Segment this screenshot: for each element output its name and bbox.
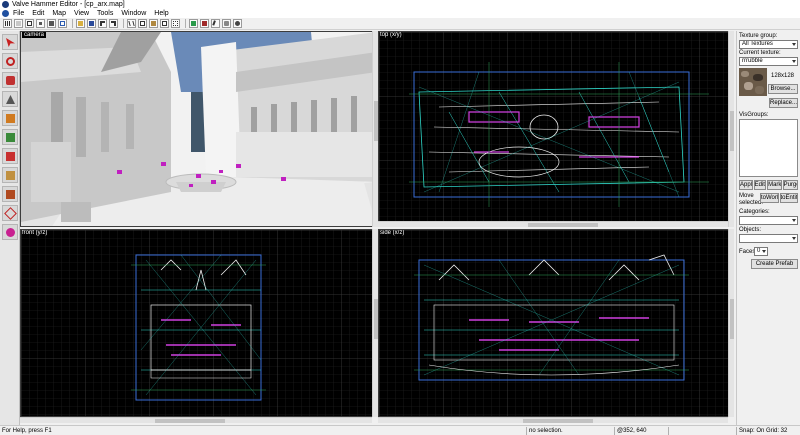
move-selected-label: Move selected: xyxy=(739,193,764,206)
clipping-tool-icon[interactable] xyxy=(2,186,18,202)
camera-tool-icon[interactable] xyxy=(2,72,18,88)
paste-icon[interactable] xyxy=(149,19,158,28)
tools-toolbar xyxy=(0,31,20,425)
edit-button[interactable]: Edit xyxy=(753,180,767,190)
texture-lock-icon[interactable] xyxy=(222,19,231,28)
browse-button[interactable]: Browse... xyxy=(768,84,798,94)
current-texture-select[interactable]: rrrubble xyxy=(739,57,798,66)
texture-size: 128x128 xyxy=(771,73,795,79)
status-help: For Help, press F1 xyxy=(2,428,52,434)
current-texture-label: Current texture: xyxy=(739,50,781,56)
viewport-label: front (y/z) xyxy=(22,230,48,236)
show-icon[interactable] xyxy=(200,19,209,28)
magnify-tool-icon[interactable] xyxy=(2,53,18,69)
purge-button[interactable]: Purge xyxy=(782,180,798,190)
to-entity-button[interactable]: toEntity xyxy=(779,193,798,203)
mark-button[interactable]: Mark xyxy=(767,180,782,190)
horizontal-scrollbar[interactable] xyxy=(378,417,728,423)
carve-icon[interactable] xyxy=(211,19,220,28)
hammer-app-icon xyxy=(2,1,9,8)
main-toolbar xyxy=(0,18,800,30)
open-icon[interactable] xyxy=(76,19,85,28)
save-icon[interactable] xyxy=(87,19,96,28)
status-bar: For Help, press F1 no selection. @352, 6… xyxy=(0,425,800,435)
vertical-scrollbar[interactable] xyxy=(372,229,378,417)
group-icon[interactable] xyxy=(160,19,169,28)
selection-tool-icon[interactable] xyxy=(2,34,18,50)
vertical-scrollbar[interactable] xyxy=(372,31,378,227)
visgroups-list[interactable] xyxy=(739,119,798,177)
ungroup-icon[interactable] xyxy=(171,19,180,28)
grid-smaller-icon[interactable] xyxy=(36,19,45,28)
toolbar-separator xyxy=(72,19,73,28)
menu-help[interactable]: Help xyxy=(154,10,168,17)
apply-texture-icon[interactable] xyxy=(2,148,18,164)
front-viewport[interactable]: front (y/z) xyxy=(20,229,376,417)
menu-tools[interactable]: Tools xyxy=(97,10,113,17)
horizontal-scrollbar[interactable] xyxy=(20,417,372,423)
grid-larger-icon[interactable] xyxy=(47,19,56,28)
block-tool-icon[interactable] xyxy=(2,110,18,126)
texture-preview xyxy=(739,68,767,96)
window-title: Valve Hammer Editor - [cp_arx.map] xyxy=(12,1,125,8)
path-tool-icon[interactable] xyxy=(2,224,18,240)
replace-button[interactable]: Replace... xyxy=(769,98,798,108)
vertex-tool-icon[interactable] xyxy=(2,205,18,221)
top-viewport[interactable]: top (x/y) xyxy=(378,31,732,227)
objects-label: Objects: xyxy=(739,227,762,233)
vertical-scrollbar[interactable] xyxy=(728,31,734,227)
toolbar-separator xyxy=(123,19,124,28)
faces-input[interactable]: 0 xyxy=(754,247,768,256)
object-properties-panel: Texture group: All Textures Current text… xyxy=(736,31,800,425)
front-wireframe xyxy=(21,230,375,416)
menu-file[interactable]: File xyxy=(13,10,24,17)
top-wireframe xyxy=(379,32,731,226)
title-bar: Valve Hammer Editor - [cp_arx.map] xyxy=(0,0,800,9)
menu-edit[interactable]: Edit xyxy=(32,10,44,17)
faces-label: Faces: xyxy=(739,248,758,255)
side-wireframe xyxy=(379,230,731,416)
vertical-scrollbar[interactable] xyxy=(728,229,734,417)
texture-tool-icon[interactable] xyxy=(2,129,18,145)
status-blank xyxy=(668,427,708,435)
categories-select[interactable] xyxy=(739,216,798,225)
document-icon[interactable] xyxy=(2,10,9,17)
undo-icon[interactable] xyxy=(98,19,107,28)
hide-icon[interactable] xyxy=(189,19,198,28)
toolbar-separator xyxy=(185,19,186,28)
cut-icon[interactable] xyxy=(127,19,136,28)
categories-label: Categories: xyxy=(739,209,770,215)
create-prefab-button[interactable]: Create Prefab xyxy=(751,259,798,269)
menu-view[interactable]: View xyxy=(74,10,89,17)
menu-window[interactable]: Window xyxy=(121,10,146,17)
grid-icon[interactable] xyxy=(3,19,12,28)
status-snap: Snap: On Grid: 32 xyxy=(736,427,787,435)
texture-group-select[interactable]: All Textures xyxy=(739,40,798,49)
camera-3d-render xyxy=(21,32,375,226)
status-coordinates: @352, 640 xyxy=(614,427,646,435)
objects-select[interactable] xyxy=(739,234,798,243)
grid-dots-icon[interactable] xyxy=(14,19,23,28)
status-selection: no selection. xyxy=(526,427,563,435)
horizontal-scrollbar[interactable] xyxy=(378,221,728,227)
visgroups-label: VisGroups: xyxy=(739,112,769,118)
viewport-label: top (x/y) xyxy=(380,32,402,38)
menu-map[interactable]: Map xyxy=(52,10,66,17)
viewport-label: side (x/z) xyxy=(380,230,405,236)
run-icon[interactable] xyxy=(233,19,242,28)
redo-icon[interactable] xyxy=(109,19,118,28)
camera-viewport[interactable]: camera xyxy=(20,31,376,227)
3d-grid-icon[interactable] xyxy=(58,19,67,28)
entity-tool-icon[interactable] xyxy=(2,91,18,107)
viewport-label: camera xyxy=(22,32,47,38)
apply-button[interactable]: Apply xyxy=(739,180,753,190)
side-viewport[interactable]: side (x/z) xyxy=(378,229,732,417)
grid-toggle-icon[interactable] xyxy=(25,19,34,28)
to-world-button[interactable]: toWorld xyxy=(760,193,779,203)
decal-tool-icon[interactable] xyxy=(2,167,18,183)
copy-icon[interactable] xyxy=(138,19,147,28)
texture-group-label: Texture group: xyxy=(739,33,778,39)
menu-bar: File Edit Map View Tools Window Help xyxy=(0,9,800,18)
